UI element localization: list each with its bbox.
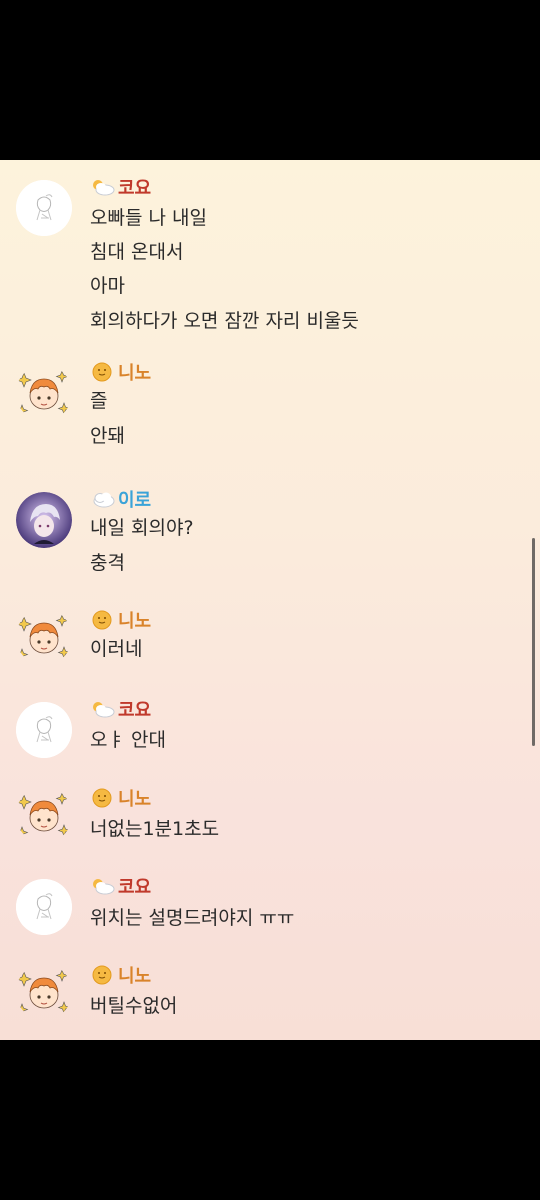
chat-message: 니노 즐 안돼 <box>0 362 540 455</box>
sketch-avatar-icon[interactable] <box>16 879 72 935</box>
chat-message: 니노 버틸수없어 <box>0 964 540 1024</box>
silver-hair-avatar-icon[interactable] <box>16 492 72 548</box>
cloud-sun-icon <box>90 176 116 198</box>
cloud-sun-icon <box>90 875 116 897</box>
message-line: 안돼 <box>90 425 125 447</box>
sender-name: 이로 <box>90 488 151 512</box>
message-line: 버틸수없어 <box>90 995 178 1017</box>
sender-name: 코요 <box>90 176 151 200</box>
sun-face-icon <box>90 609 116 631</box>
sender-name: 니노 <box>90 964 151 988</box>
message-line: 침대 온대서 <box>90 241 184 263</box>
message-line: 충격 <box>90 552 125 574</box>
chat-message: 코요 위치는 설명드려야지 ㅠㅠ <box>0 875 540 935</box>
scrollbar[interactable] <box>532 538 535 746</box>
sun-face-icon <box>90 787 116 809</box>
chat-message: 니노 너없는1분1초도 <box>0 787 540 847</box>
sun-face-icon <box>90 361 116 383</box>
message-line: 이러네 <box>90 638 143 660</box>
sender-name: 니노 <box>90 787 151 811</box>
message-line: 아마 <box>90 275 125 297</box>
cloud-sun-icon <box>90 698 116 720</box>
chat-screen: 코요 오빠들 나 내일 침대 온대서 아마 회의하다가 오면 잠깐 자리 비울듯 <box>0 160 540 1040</box>
sender-name: 코요 <box>90 698 151 722</box>
sender-name: 니노 <box>90 361 151 385</box>
orange-hair-sparkle-avatar-icon[interactable] <box>16 609 72 665</box>
message-line: 오ㅑ 안대 <box>90 729 166 751</box>
chat-message: 이로 내일 회의야? 충격 <box>0 488 540 578</box>
sketch-avatar-icon[interactable] <box>16 180 72 236</box>
message-line: 위치는 설명드려야지 ㅠㅠ <box>90 907 295 929</box>
orange-hair-sparkle-avatar-icon[interactable] <box>16 365 72 421</box>
sun-face-icon <box>90 964 116 986</box>
cloud-icon <box>90 488 116 510</box>
message-line: 즐 <box>90 390 108 412</box>
chat-message: 니노 이러네 <box>0 609 540 669</box>
message-line: 회의하다가 오면 잠깐 자리 비울듯 <box>90 310 359 332</box>
message-line: 너없는1분1초도 <box>90 818 220 840</box>
message-line: 내일 회의야? <box>90 517 194 539</box>
sender-name: 코요 <box>90 875 151 899</box>
orange-hair-sparkle-avatar-icon[interactable] <box>16 787 72 843</box>
chat-message: 코요 오빠들 나 내일 침대 온대서 아마 회의하다가 오면 잠깐 자리 비울듯 <box>0 178 540 340</box>
orange-hair-sparkle-avatar-icon[interactable] <box>16 964 72 1020</box>
sketch-avatar-icon[interactable] <box>16 702 72 758</box>
sender-name: 니노 <box>90 609 151 633</box>
message-line: 오빠들 나 내일 <box>90 207 207 229</box>
chat-message: 코요 오ㅑ 안대 <box>0 698 540 758</box>
